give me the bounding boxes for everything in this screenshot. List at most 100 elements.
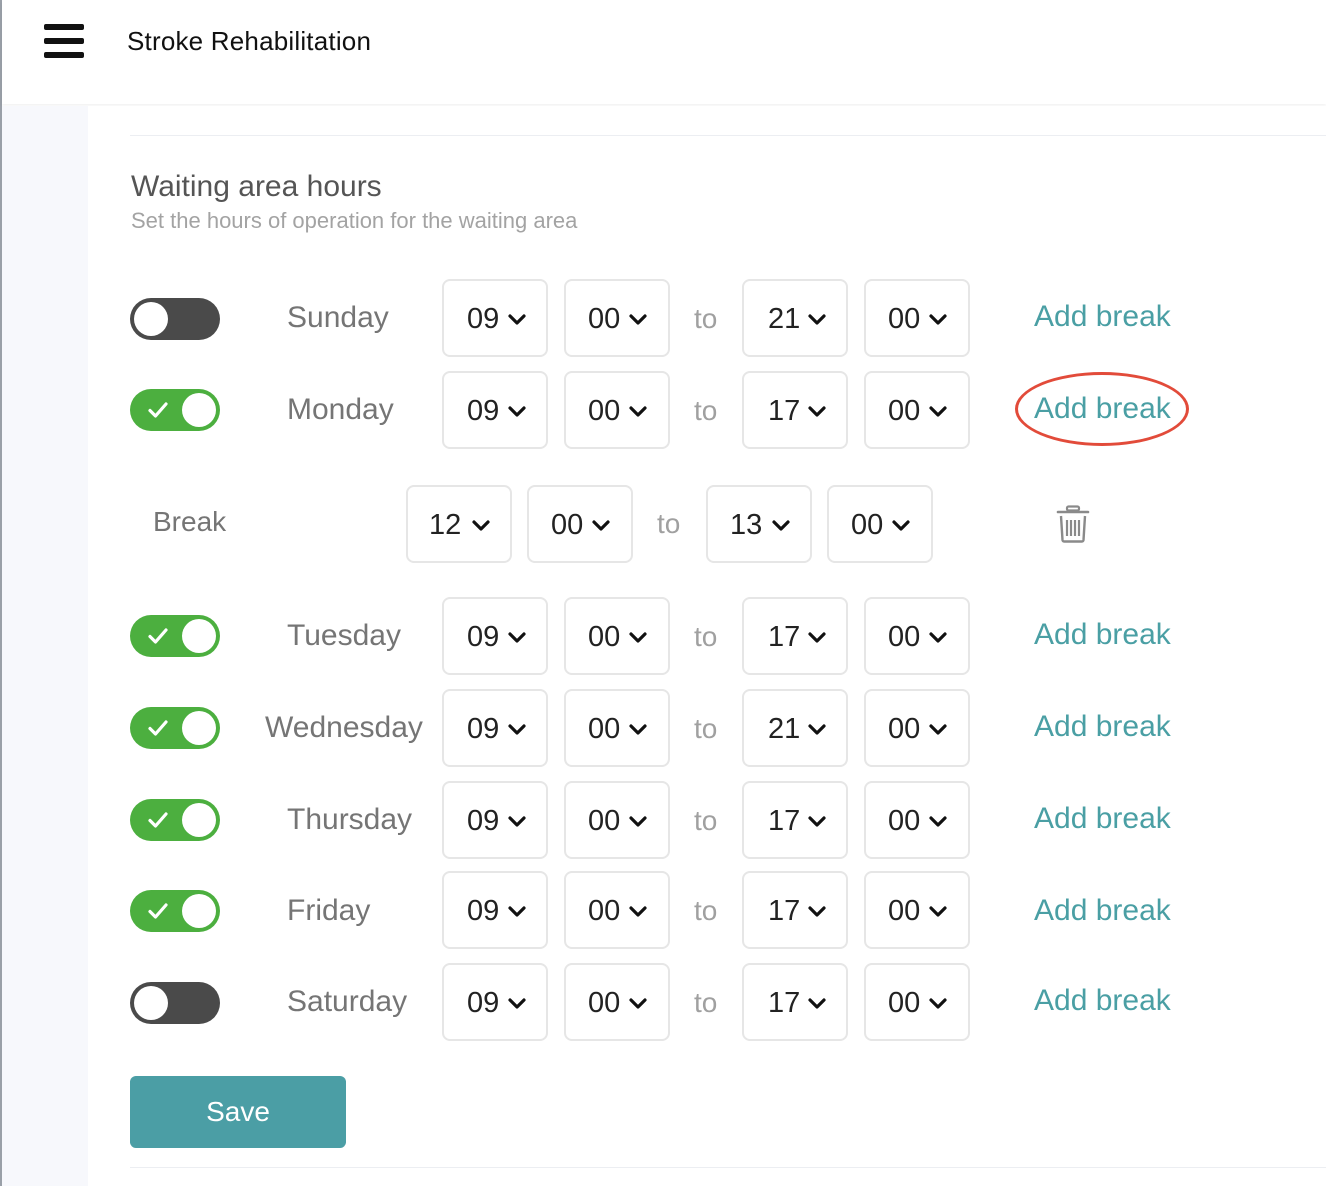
wednesday-to-hour-select[interactable]: 21 <box>742 689 848 767</box>
add-break-wednesday[interactable]: Add break <box>1034 710 1171 744</box>
select-value: 09 <box>467 987 500 1019</box>
chevron-down-icon <box>508 632 526 643</box>
break-to-hour-select[interactable]: 13 <box>706 485 812 563</box>
select-value: 00 <box>588 987 621 1019</box>
chevron-down-icon <box>629 406 647 417</box>
section-subtitle: Set the hours of operation for the waiti… <box>131 208 578 233</box>
hamburger-menu-icon[interactable] <box>44 24 84 58</box>
select-value: 12 <box>429 509 462 541</box>
chevron-down-icon <box>929 998 947 1009</box>
chevron-down-icon <box>808 314 826 325</box>
add-break-sunday[interactable]: Add break <box>1034 300 1171 334</box>
to-label: to <box>694 713 718 744</box>
monday-to-minute-select[interactable]: 00 <box>864 371 970 449</box>
check-icon <box>148 402 168 418</box>
saturday-from-minute-select[interactable]: 00 <box>564 963 670 1041</box>
monday-from-minute-select[interactable]: 00 <box>564 371 670 449</box>
toggle-knob <box>134 302 168 336</box>
select-value: 13 <box>730 509 763 541</box>
day-label-friday: Friday <box>287 894 371 927</box>
select-value: 00 <box>888 713 921 745</box>
check-icon <box>148 812 168 828</box>
monday-to-hour-select[interactable]: 17 <box>742 371 848 449</box>
select-value: 09 <box>467 621 500 653</box>
select-value: 00 <box>888 805 921 837</box>
sunday-from-minute-select[interactable]: 00 <box>564 279 670 357</box>
highlight-annotation-circle <box>1015 372 1189 446</box>
select-value: 09 <box>467 713 500 745</box>
toggle-knob <box>134 986 168 1020</box>
select-value: 00 <box>588 303 621 335</box>
toggle-friday[interactable] <box>130 890 220 932</box>
day-label-thursday: Thursday <box>287 803 413 836</box>
tuesday-from-minute-select[interactable]: 00 <box>564 597 670 675</box>
wednesday-from-hour-select[interactable]: 09 <box>442 689 548 767</box>
friday-from-hour-select[interactable]: 09 <box>442 871 548 949</box>
tuesday-from-hour-select[interactable]: 09 <box>442 597 548 675</box>
tuesday-to-minute-select[interactable]: 00 <box>864 597 970 675</box>
thursday-to-minute-select[interactable]: 00 <box>864 781 970 859</box>
chevron-down-icon <box>772 520 790 531</box>
toggle-saturday[interactable] <box>130 982 220 1024</box>
toggle-thursday[interactable] <box>130 799 220 841</box>
saturday-to-minute-select[interactable]: 00 <box>864 963 970 1041</box>
chevron-down-icon <box>892 520 910 531</box>
select-value: 00 <box>888 303 921 335</box>
check-icon <box>148 628 168 644</box>
saturday-from-hour-select[interactable]: 09 <box>442 963 548 1041</box>
chevron-down-icon <box>508 906 526 917</box>
toggle-knob <box>182 711 216 745</box>
chevron-down-icon <box>808 998 826 1009</box>
chevron-down-icon <box>508 998 526 1009</box>
toggle-sunday[interactable] <box>130 298 220 340</box>
chevron-down-icon <box>929 906 947 917</box>
chevron-down-icon <box>629 816 647 827</box>
wednesday-from-minute-select[interactable]: 00 <box>564 689 670 767</box>
to-label: to <box>657 508 681 539</box>
friday-to-minute-select[interactable]: 00 <box>864 871 970 949</box>
break-from-hour-select[interactable]: 12 <box>406 485 512 563</box>
sunday-to-hour-select[interactable]: 21 <box>742 279 848 357</box>
friday-from-minute-select[interactable]: 00 <box>564 871 670 949</box>
divider-bottom <box>130 1167 1326 1168</box>
day-label-saturday: Saturday <box>287 985 408 1018</box>
tuesday-to-hour-select[interactable]: 17 <box>742 597 848 675</box>
chevron-down-icon <box>808 906 826 917</box>
break-to-minute-select[interactable]: 00 <box>827 485 933 563</box>
add-break-friday[interactable]: Add break <box>1034 894 1171 928</box>
monday-from-hour-select[interactable]: 09 <box>442 371 548 449</box>
thursday-from-hour-select[interactable]: 09 <box>442 781 548 859</box>
thursday-from-minute-select[interactable]: 00 <box>564 781 670 859</box>
to-label: to <box>694 987 718 1018</box>
sunday-to-minute-select[interactable]: 00 <box>864 279 970 357</box>
sidebar-strip <box>2 106 88 1186</box>
wednesday-to-minute-select[interactable]: 00 <box>864 689 970 767</box>
sunday-from-hour-select[interactable]: 09 <box>442 279 548 357</box>
toggle-knob <box>182 803 216 837</box>
saturday-to-hour-select[interactable]: 17 <box>742 963 848 1041</box>
chevron-down-icon <box>808 632 826 643</box>
thursday-to-hour-select[interactable]: 17 <box>742 781 848 859</box>
select-value: 17 <box>768 395 801 427</box>
toggle-tuesday[interactable] <box>130 615 220 657</box>
toggle-monday[interactable] <box>130 389 220 431</box>
select-value: 00 <box>888 895 921 927</box>
toggle-wednesday[interactable] <box>130 707 220 749</box>
chevron-down-icon <box>629 314 647 325</box>
select-value: 00 <box>588 895 621 927</box>
to-label: to <box>694 395 718 426</box>
chevron-down-icon <box>508 816 526 827</box>
add-break-saturday[interactable]: Add break <box>1034 984 1171 1018</box>
chevron-down-icon <box>629 998 647 1009</box>
friday-to-hour-select[interactable]: 17 <box>742 871 848 949</box>
select-value: 09 <box>467 895 500 927</box>
save-button[interactable]: Save <box>130 1076 346 1148</box>
add-break-thursday[interactable]: Add break <box>1034 802 1171 836</box>
chevron-down-icon <box>472 520 490 531</box>
select-value: 09 <box>467 805 500 837</box>
to-label: to <box>694 895 718 926</box>
select-value: 00 <box>888 621 921 653</box>
add-break-tuesday[interactable]: Add break <box>1034 618 1171 652</box>
break-from-minute-select[interactable]: 00 <box>527 485 633 563</box>
trash-icon[interactable] <box>1056 505 1090 543</box>
